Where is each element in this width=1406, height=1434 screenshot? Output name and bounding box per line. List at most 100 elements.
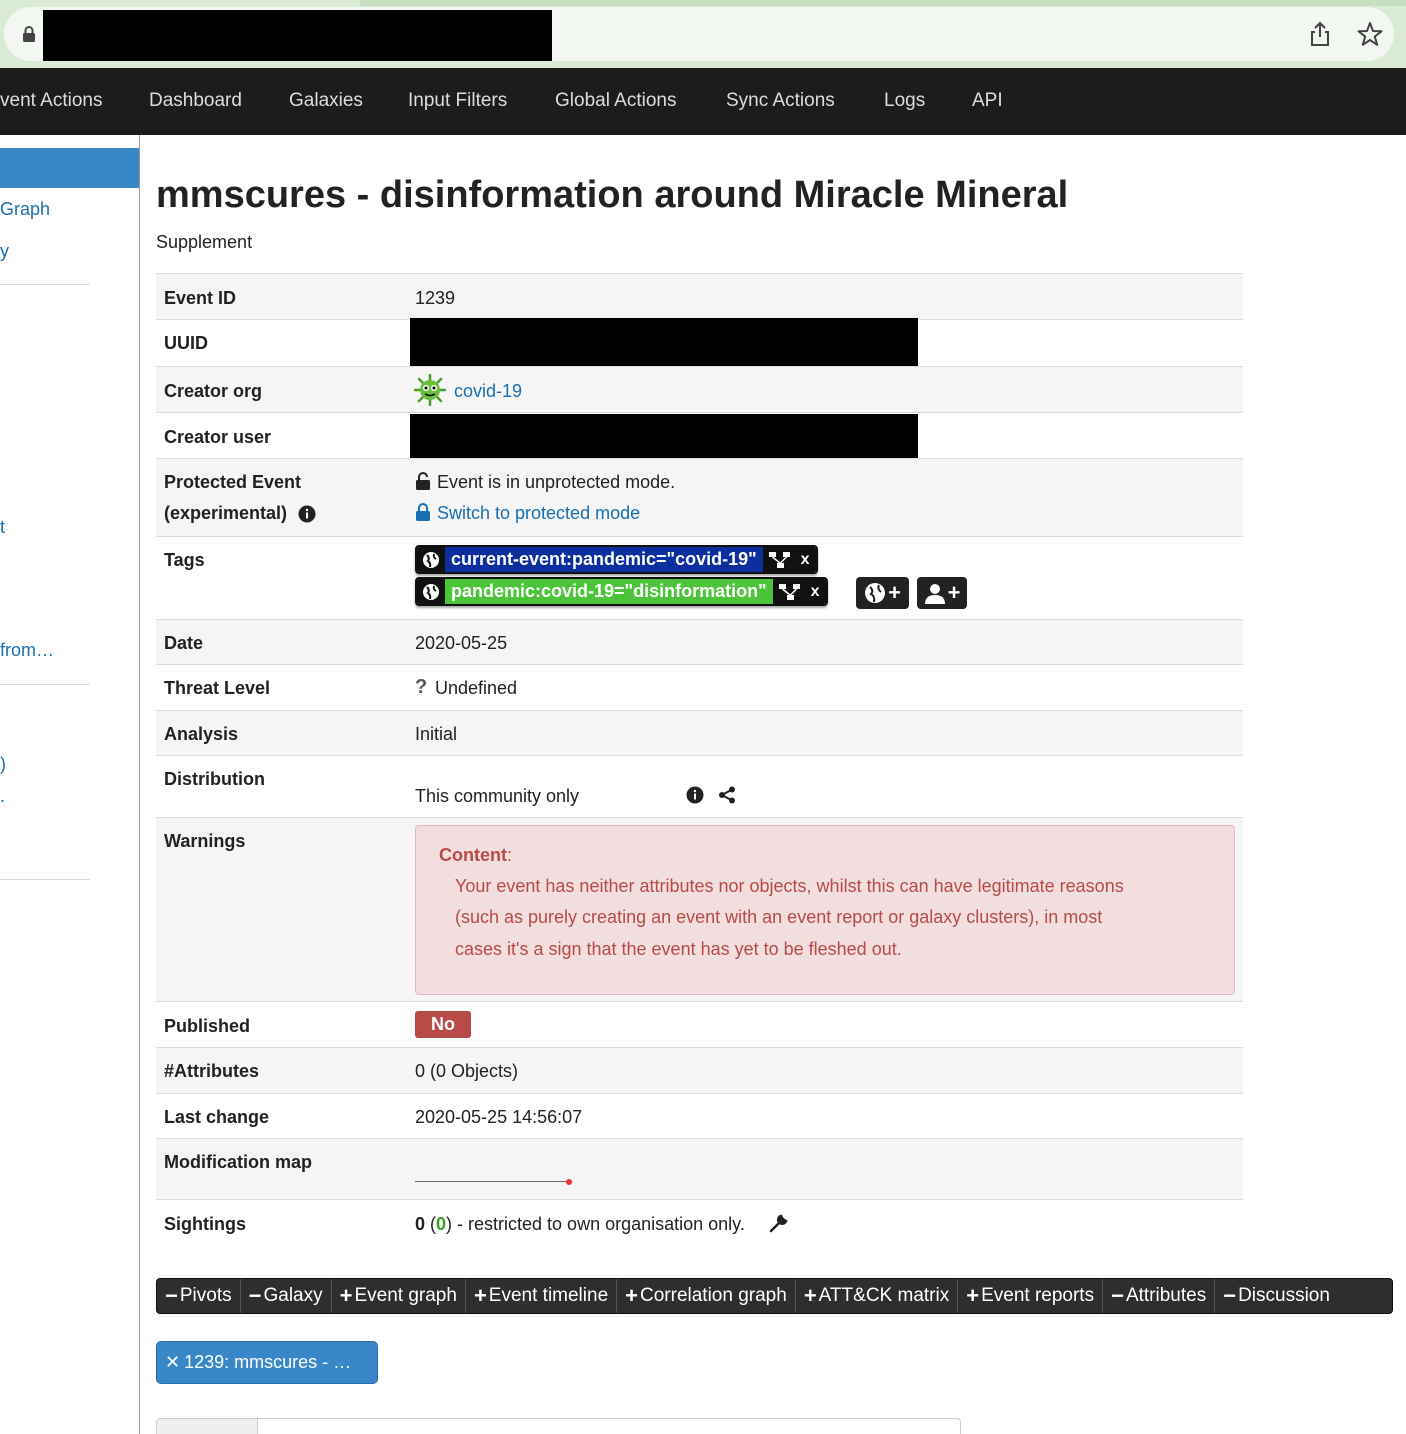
sidebar-active-item[interactable] xyxy=(0,148,139,188)
nav-input-filters[interactable]: Input Filters xyxy=(408,90,507,112)
sightings-count: 0 xyxy=(415,1214,426,1234)
tag-pandemic-disinformation[interactable]: pandemic:covid-19="disinformation" x xyxy=(415,577,828,606)
nav-sync-actions[interactable]: Sync Actions xyxy=(726,90,835,112)
toggle-label: Correlation graph xyxy=(640,1285,787,1306)
sidebar-link-from[interactable]: from… xyxy=(0,640,54,661)
sidebar: Graph y t from… ) . xyxy=(0,135,140,1434)
attribute-filter-bar xyxy=(156,1418,961,1434)
label-distribution: Distribution xyxy=(164,769,265,789)
label-analysis: Analysis xyxy=(164,724,239,744)
row-creator-org: Creator org covid-19 xyxy=(156,366,1243,412)
label-uuid: UUID xyxy=(164,333,208,353)
relationship-icon[interactable] xyxy=(778,583,801,600)
modification-map-dot xyxy=(566,1179,572,1185)
nav-api[interactable]: API xyxy=(972,90,1003,112)
info-icon[interactable] xyxy=(298,505,316,523)
toggle-event-timeline[interactable]: + Event timeline xyxy=(466,1279,618,1313)
tab-strip xyxy=(360,0,1406,6)
globe-icon xyxy=(865,583,886,603)
row-analysis: Analysis Initial xyxy=(156,710,1243,755)
switch-protected-mode-link[interactable]: Switch to protected mode xyxy=(437,503,640,524)
toggle-attack-matrix[interactable]: + ATT&CK matrix xyxy=(796,1279,959,1313)
sightings-green-count: 0 xyxy=(436,1214,447,1234)
warning-heading: Content xyxy=(439,845,507,865)
modification-map-line xyxy=(415,1181,569,1182)
lock-icon xyxy=(416,503,430,521)
warning-line-1: Your event has neither attributes nor ob… xyxy=(455,876,1124,896)
tag-remove-button[interactable]: x xyxy=(811,583,820,601)
toggle-symbol: + xyxy=(339,1283,353,1308)
nav-event-actions[interactable]: vent Actions xyxy=(0,90,102,112)
sidebar-link-history[interactable]: y xyxy=(0,241,9,262)
tag-remove-button[interactable]: x xyxy=(801,551,810,569)
toggle-symbol: + xyxy=(803,1283,817,1308)
toggle-discussion[interactable]: − Discussion xyxy=(1215,1279,1338,1313)
warning-colon: : xyxy=(506,845,512,865)
value-threat-level: Undefined xyxy=(435,678,518,698)
row-sightings: Sightings 0 (0) - restricted to own orga… xyxy=(156,1200,1243,1246)
toggle-label: Event timeline xyxy=(488,1285,609,1306)
sidebar-link-5[interactable]: ) xyxy=(0,754,6,775)
row-threat-level: Threat Level ? Undefined xyxy=(156,664,1243,710)
row-uuid: UUID xyxy=(156,318,1243,369)
sidebar-link-6[interactable]: . xyxy=(0,786,5,807)
lock-icon xyxy=(23,26,35,42)
top-nav: vent Actions Dashboard Galaxies Input Fi… xyxy=(0,68,1406,135)
event-subtitle: Supplement xyxy=(156,232,253,252)
pivot-event-tab[interactable]: ✕ 1239: mmscures - … xyxy=(156,1341,378,1384)
toggle-event-reports[interactable]: + Event reports xyxy=(958,1279,1104,1313)
row-modification-map: Modification map xyxy=(156,1138,1243,1200)
star-icon[interactable] xyxy=(1356,20,1384,48)
row-protected-event: Protected Event (experimental) Event is … xyxy=(156,458,1243,536)
toggle-symbol: + xyxy=(473,1283,487,1308)
wrench-icon[interactable] xyxy=(769,1213,789,1233)
sidebar-link-graph[interactable]: Graph xyxy=(0,199,50,220)
share-icon[interactable] xyxy=(1308,20,1332,48)
label-published: Published xyxy=(164,1016,251,1036)
question-icon: ? xyxy=(415,676,428,698)
sidebar-link-3[interactable]: t xyxy=(0,517,5,538)
nav-global-actions[interactable]: Global Actions xyxy=(555,90,676,112)
creator-org-link[interactable]: covid-19 xyxy=(454,381,522,402)
value-event-id: 1239 xyxy=(415,288,456,308)
tag-label: current-event:pandemic="covid-19" xyxy=(445,547,763,572)
user-icon xyxy=(924,584,945,604)
sidebar-divider xyxy=(0,879,90,880)
add-global-tag-button[interactable]: + xyxy=(856,577,909,609)
plus-icon: + xyxy=(947,580,961,605)
globe-icon xyxy=(417,547,445,572)
label-warnings: Warnings xyxy=(164,831,246,851)
nav-dashboard[interactable]: Dashboard xyxy=(149,90,242,112)
share-nodes-icon[interactable] xyxy=(718,786,736,804)
warning-heading-line: Content: xyxy=(439,845,512,866)
page-title: mmscures - disinformation around Miracle… xyxy=(156,174,1069,216)
value-last-change: 2020-05-25 14:56:07 xyxy=(415,1107,583,1127)
label-event-id: Event ID xyxy=(164,288,237,308)
browser-chrome xyxy=(0,0,1406,68)
close-icon[interactable]: ✕ xyxy=(165,1352,180,1373)
globe-icon xyxy=(417,579,445,604)
tag-controls: x xyxy=(772,579,826,604)
relationship-icon[interactable] xyxy=(768,551,791,568)
tag-current-event[interactable]: current-event:pandemic="covid-19" x xyxy=(415,545,818,574)
toggle-label: Event reports xyxy=(981,1285,1095,1306)
toggle-galaxy[interactable]: − Galaxy xyxy=(241,1279,332,1313)
toggle-event-graph[interactable]: + Event graph xyxy=(332,1279,466,1313)
toggle-symbol: − xyxy=(248,1283,262,1308)
label-protected-event: Protected Event xyxy=(164,472,302,492)
filter-button[interactable] xyxy=(157,1419,258,1434)
toggle-attributes[interactable]: − Attributes xyxy=(1103,1279,1216,1313)
nav-galaxies[interactable]: Galaxies xyxy=(289,90,363,112)
info-icon[interactable] xyxy=(686,786,704,804)
label-creator-user: Creator user xyxy=(164,427,272,447)
toggle-correlation-graph[interactable]: + Correlation graph xyxy=(617,1279,796,1313)
org-logo-virus-icon xyxy=(414,374,446,406)
warning-line-2: (such as purely creating an event with a… xyxy=(455,907,1103,927)
toggle-pivots[interactable]: − Pivots xyxy=(157,1279,241,1313)
toggle-symbol: + xyxy=(966,1283,980,1308)
nav-logs[interactable]: Logs xyxy=(884,90,925,112)
toggle-symbol: + xyxy=(625,1283,638,1308)
add-local-tag-button[interactable]: + xyxy=(917,577,967,609)
label-modification-map: Modification map xyxy=(164,1152,312,1172)
toggle-label: Event graph xyxy=(354,1285,457,1306)
